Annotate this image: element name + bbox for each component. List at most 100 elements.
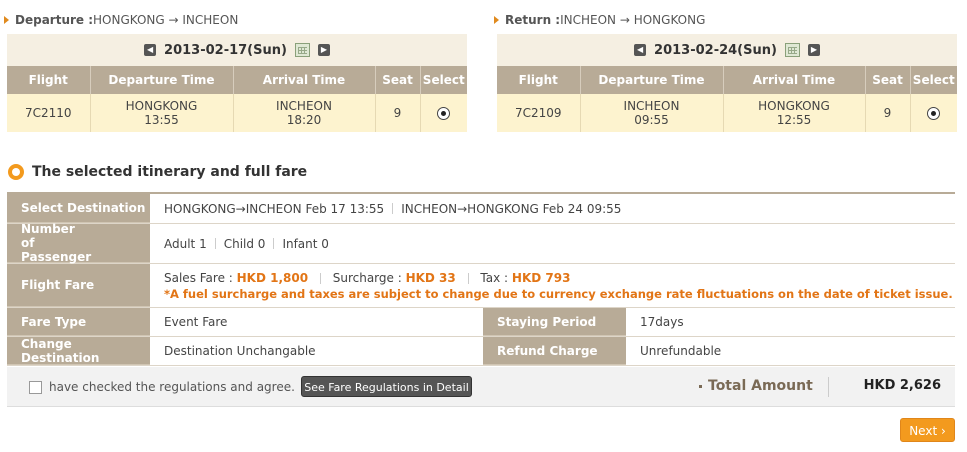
flight-number: 7C2109	[497, 94, 581, 132]
infant-count: Infant 0	[282, 236, 329, 251]
return-label: Return :	[505, 13, 561, 27]
fare-notice: *A fuel surcharge and taxes are subject …	[164, 286, 953, 301]
departure-label: Departure :	[15, 13, 94, 27]
bullet-dot-icon	[699, 384, 702, 388]
calendar-icon[interactable]	[784, 43, 800, 57]
agreement-bar: have checked the regulations and agree. …	[7, 367, 955, 407]
return-date: 2013-02-24(Sun)	[654, 42, 777, 58]
agree-checkbox[interactable]	[29, 381, 42, 394]
divider	[828, 377, 829, 397]
fare-type-label: Fare Type	[7, 308, 150, 336]
col-departure-time: Departure Time	[580, 66, 724, 94]
prev-date-button[interactable]: ◀	[634, 44, 647, 56]
passenger-value: Adult 1 Child 0 Infant 0	[150, 224, 955, 263]
return-panel: ◀ 2013-02-24(Sun) ▶ Flight Departure Tim…	[497, 34, 957, 132]
departure-date: 2013-02-17(Sun)	[164, 42, 287, 58]
dep-time: 09:55	[634, 113, 669, 127]
fare-regulations-button[interactable]: See Fare Regulations in Detail	[301, 376, 472, 397]
col-seat: Seat	[865, 66, 911, 94]
select-cell	[910, 94, 957, 132]
col-flight: Flight	[497, 66, 581, 94]
col-flight: Flight	[7, 66, 91, 94]
fare-label: Flight Fare	[7, 264, 150, 307]
circle-bullet-icon	[8, 164, 24, 180]
table-row: 7C2110 HONGKONG 13:55 INCHEON 18:20 9	[7, 94, 467, 132]
tax-value: HKD 793	[511, 270, 571, 285]
arrival-cell: HONGKONG 12:55	[723, 94, 866, 132]
fare-row: Flight Fare Sales Fare : HKD 1,800 Surch…	[7, 264, 955, 308]
departure-route: HONGKONG → INCHEON	[93, 13, 239, 27]
next-date-button[interactable]: ▶	[807, 44, 820, 56]
arr-city: HONGKONG	[758, 99, 830, 113]
divider	[319, 272, 321, 284]
change-destination-value: Destination Unchangable	[164, 344, 316, 358]
departure-cell: HONGKONG 13:55	[90, 94, 234, 132]
dep-time: 13:55	[144, 113, 179, 127]
select-radio[interactable]	[927, 107, 941, 120]
destination-outbound: HONGKONG→INCHEON Feb 17 13:55	[164, 201, 385, 216]
departure-date-bar: ◀ 2013-02-17(Sun) ▶	[7, 34, 467, 66]
staying-period-label: Staying Period	[483, 308, 626, 336]
return-route: INCHEON → HONGKONG	[560, 13, 706, 27]
seat-count: 9	[375, 94, 421, 132]
divider	[392, 203, 394, 214]
divider	[214, 238, 216, 249]
select-cell	[420, 94, 467, 132]
bullet-arrow-icon	[494, 16, 499, 24]
return-segment: Return : INCHEON → HONGKONG	[490, 10, 957, 30]
passenger-label: Number of Passenger	[7, 222, 150, 264]
col-seat: Seat	[375, 66, 421, 94]
destination-value: HONGKONG→INCHEON Feb 17 13:55 INCHEON→HO…	[150, 194, 955, 223]
bullet-arrow-icon	[4, 16, 9, 24]
departure-title: Departure : HONGKONG → INCHEON	[0, 10, 467, 30]
section-heading: The selected itinerary and full fare	[8, 164, 307, 180]
refund-charge-value: Unrefundable	[640, 344, 722, 358]
calendar-icon[interactable]	[294, 43, 310, 57]
select-radio[interactable]	[437, 107, 451, 120]
surcharge-value: HKD 33	[405, 270, 456, 285]
table-row: 7C2109 INCHEON 09:55 HONGKONG 12:55 9	[497, 94, 957, 132]
destination-return: INCHEON→HONGKONG Feb 24 09:55	[401, 201, 622, 216]
arr-time: 18:20	[286, 113, 322, 127]
sales-fare-label: Sales Fare :	[164, 270, 237, 285]
tax-label: Tax :	[480, 270, 512, 285]
fare-type-value: Event Fare	[164, 315, 228, 329]
return-flight-table: Flight Departure Time Arrival Time Seat …	[497, 66, 957, 132]
seat-count: 9	[865, 94, 911, 132]
surcharge-label: Surcharge :	[332, 270, 406, 285]
total-amount-label: Total Amount	[699, 378, 813, 394]
dep-city: INCHEON	[623, 99, 680, 113]
next-button[interactable]: Next ›	[900, 418, 955, 442]
total-amount-value: HKD 2,626	[863, 378, 941, 393]
col-arrival-time: Arrival Time	[233, 66, 376, 94]
refund-charge-label: Refund Charge	[483, 337, 626, 365]
change-row: Change Destination Destination Unchangab…	[7, 337, 955, 366]
arrival-cell: INCHEON 18:20	[233, 94, 376, 132]
staying-period-value: 17days	[640, 315, 684, 329]
total-amount-text: Total Amount	[708, 378, 813, 394]
arr-time: 12:55	[776, 113, 812, 127]
dep-city: HONGKONG	[125, 99, 198, 113]
destination-label: Select Destination	[7, 194, 150, 223]
agree-label: have checked the regulations and agree.	[49, 380, 295, 394]
section-title: The selected itinerary and full fare	[32, 164, 308, 180]
fare-summary: Select Destination HONGKONG→INCHEON Feb …	[7, 192, 955, 366]
divider	[273, 238, 275, 249]
change-destination-label: Change Destination	[7, 337, 150, 365]
departure-cell: INCHEON 09:55	[580, 94, 724, 132]
next-date-button[interactable]: ▶	[317, 44, 330, 56]
passenger-row: Number of Passenger Adult 1 Child 0 Infa…	[7, 222, 955, 264]
child-count: Child 0	[223, 236, 266, 251]
flight-number: 7C2110	[7, 94, 91, 132]
destination-row: Select Destination HONGKONG→INCHEON Feb …	[7, 194, 955, 224]
departure-flight-table: Flight Departure Time Arrival Time Seat …	[7, 66, 467, 132]
return-title: Return : INCHEON → HONGKONG	[490, 10, 957, 30]
prev-date-button[interactable]: ◀	[144, 44, 157, 56]
col-select: Select	[910, 66, 957, 94]
fare-value: Sales Fare : HKD 1,800 Surcharge : HKD 3…	[150, 264, 955, 307]
col-select: Select	[420, 66, 467, 94]
arr-city: INCHEON	[276, 99, 332, 113]
col-arrival-time: Arrival Time	[723, 66, 866, 94]
col-departure-time: Departure Time	[90, 66, 234, 94]
divider	[467, 272, 469, 284]
